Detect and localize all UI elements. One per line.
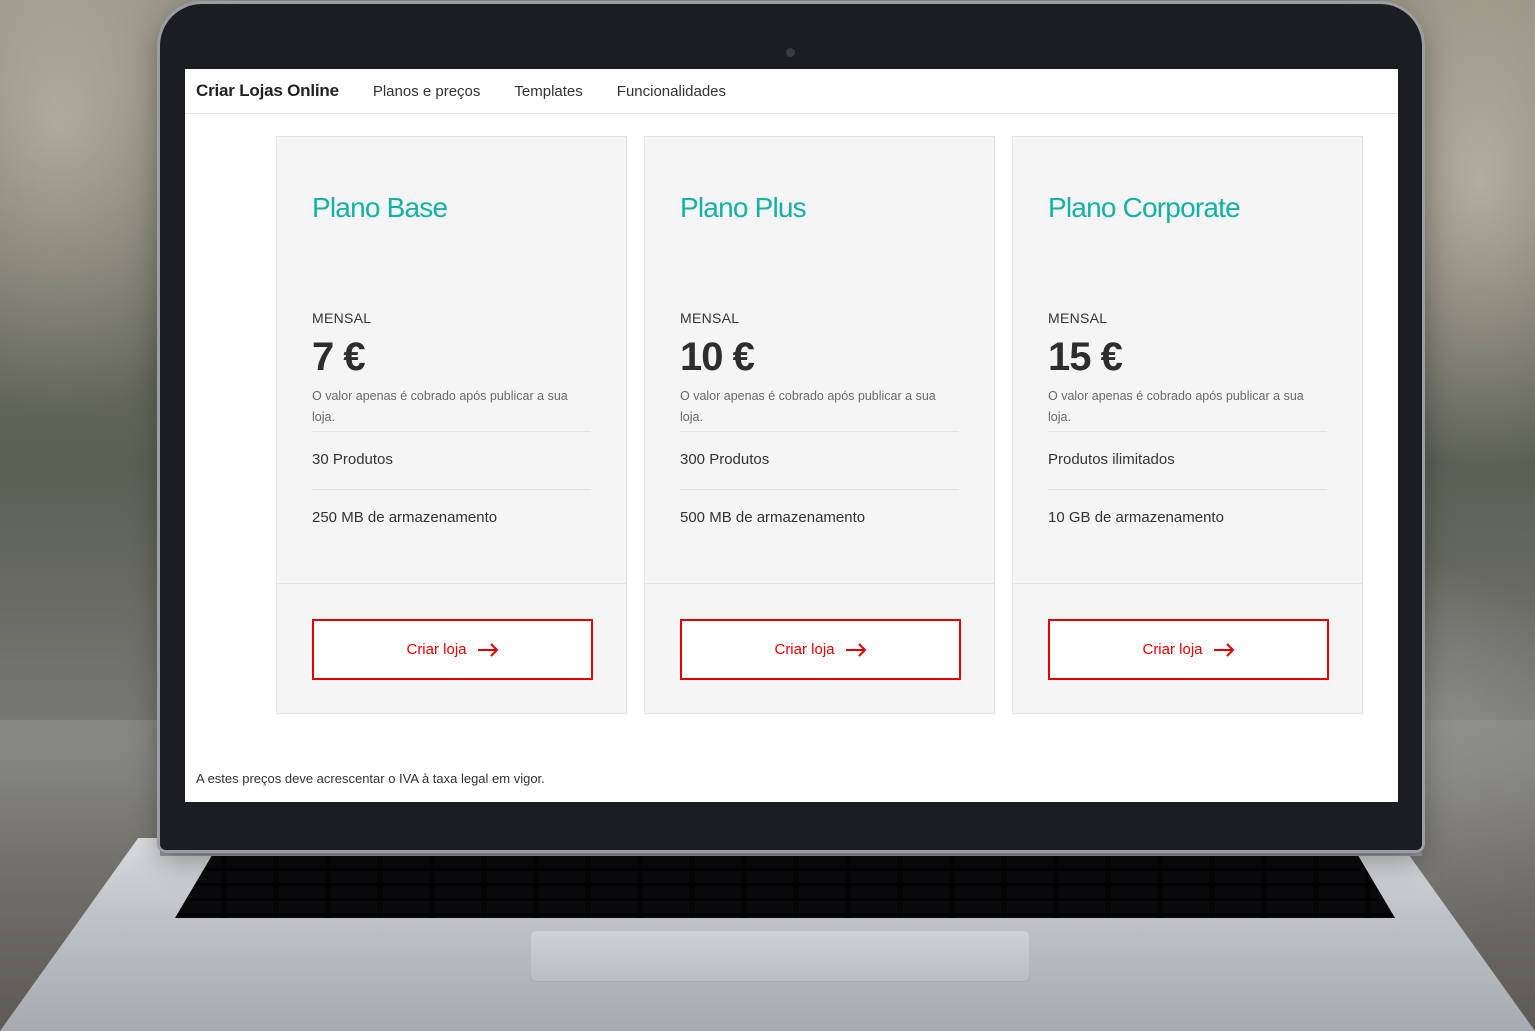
plan-feature-storage: 500 MB de armazenamento: [680, 509, 866, 526]
plan-period: MENSAL: [680, 310, 740, 326]
plan-feature-storage: 10 GB de armazenamento: [1048, 509, 1224, 526]
laptop-trackpad: [530, 930, 1030, 982]
plan-feature-storage: 250 MB de armazenamento: [312, 509, 498, 526]
plan-price: 15 €: [1048, 335, 1123, 379]
plan-price-note: O valor apenas é cobrado após publicar a…: [680, 386, 959, 432]
arrow-right-icon: [1213, 642, 1234, 657]
plan-feature-products: 30 Produtos: [312, 430, 591, 490]
nav-link-templates[interactable]: Templates: [514, 83, 582, 100]
laptop-keyboard: [175, 856, 1395, 918]
vat-disclaimer: A estes preços deve acrescentar o IVA à …: [196, 771, 545, 786]
plan-title: Plano Base: [312, 192, 448, 223]
top-navigation: Criar Lojas Online Planos e preços Templ…: [185, 69, 1398, 114]
plan-title: Plano Plus: [680, 192, 807, 223]
nav-link-planos[interactable]: Planos e preços: [373, 83, 481, 100]
plan-period: MENSAL: [1048, 310, 1108, 326]
plan-feature-products: 300 Produtos: [680, 430, 959, 490]
create-store-button[interactable]: Criar loja: [680, 619, 961, 680]
plan-card-base: Plano Base MENSAL 7 € O valor apenas é c…: [276, 136, 627, 714]
plan-card-footer: Criar loja: [645, 583, 994, 713]
arrow-right-icon: [477, 642, 498, 657]
pricing-cards: Plano Base MENSAL 7 € O valor apenas é c…: [276, 136, 1363, 714]
brand-logo-text[interactable]: Criar Lojas Online: [196, 81, 339, 101]
create-store-label: Criar loja: [1142, 641, 1203, 658]
webcam-icon: [786, 48, 795, 57]
plan-price-note: O valor apenas é cobrado após publicar a…: [312, 386, 591, 432]
nav-link-funcionalidades[interactable]: Funcionalidades: [617, 83, 726, 100]
plan-price: 7 €: [312, 335, 366, 379]
create-store-button[interactable]: Criar loja: [1048, 619, 1329, 680]
plan-card-corporate: Plano Corporate MENSAL 15 € O valor apen…: [1012, 136, 1363, 714]
plan-price-note: O valor apenas é cobrado após publicar a…: [1048, 386, 1327, 432]
plan-card-footer: Criar loja: [1013, 583, 1362, 713]
plan-period: MENSAL: [312, 310, 372, 326]
create-store-button[interactable]: Criar loja: [312, 619, 593, 680]
plan-feature-products: Produtos ilimitados: [1048, 430, 1327, 490]
plan-card-plus: Plano Plus MENSAL 10 € O valor apenas é …: [644, 136, 995, 714]
browser-screen: Criar Lojas Online Planos e preços Templ…: [185, 69, 1398, 802]
plan-price: 10 €: [680, 335, 755, 379]
plan-card-footer: Criar loja: [277, 583, 626, 713]
create-store-label: Criar loja: [406, 641, 467, 658]
arrow-right-icon: [845, 642, 866, 657]
plan-title: Plano Corporate: [1048, 192, 1241, 223]
create-store-label: Criar loja: [774, 641, 835, 658]
